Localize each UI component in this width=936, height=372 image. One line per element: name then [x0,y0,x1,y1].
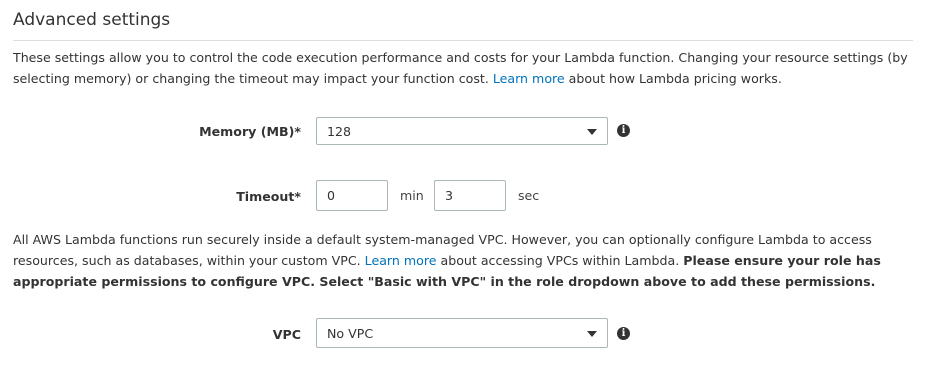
intro-paragraph: These settings allow you to control the … [13,47,918,89]
timeout-sec-unit: sec [518,188,540,203]
vpc-select-value: No VPC [327,326,374,341]
section-title: Advanced settings [13,10,171,30]
timeout-label: Timeout* [236,189,301,204]
vpc-learn-more-link[interactable]: Learn more [365,253,437,268]
memory-label: Memory (MB)* [199,124,301,139]
vpc-info-icon[interactable]: i [617,327,630,340]
vpc-note-after-link-text: about accessing VPCs within Lambda. [436,253,684,268]
memory-select[interactable]: 128 [316,117,608,145]
timeout-minutes-input[interactable] [316,180,388,211]
vpc-note-paragraph: All AWS Lambda functions run securely in… [13,229,918,292]
timeout-min-unit: min [400,188,424,203]
chevron-down-icon [587,331,597,337]
pricing-learn-more-link[interactable]: Learn more [493,71,565,86]
vpc-select[interactable]: No VPC [316,318,608,348]
section-divider [13,40,913,41]
chevron-down-icon [587,129,597,135]
intro-after-link-text: about how Lambda pricing works. [564,71,782,86]
memory-select-value: 128 [327,124,352,139]
timeout-seconds-input[interactable] [434,180,506,211]
vpc-label: VPC [272,327,301,342]
memory-info-icon[interactable]: i [617,124,630,137]
